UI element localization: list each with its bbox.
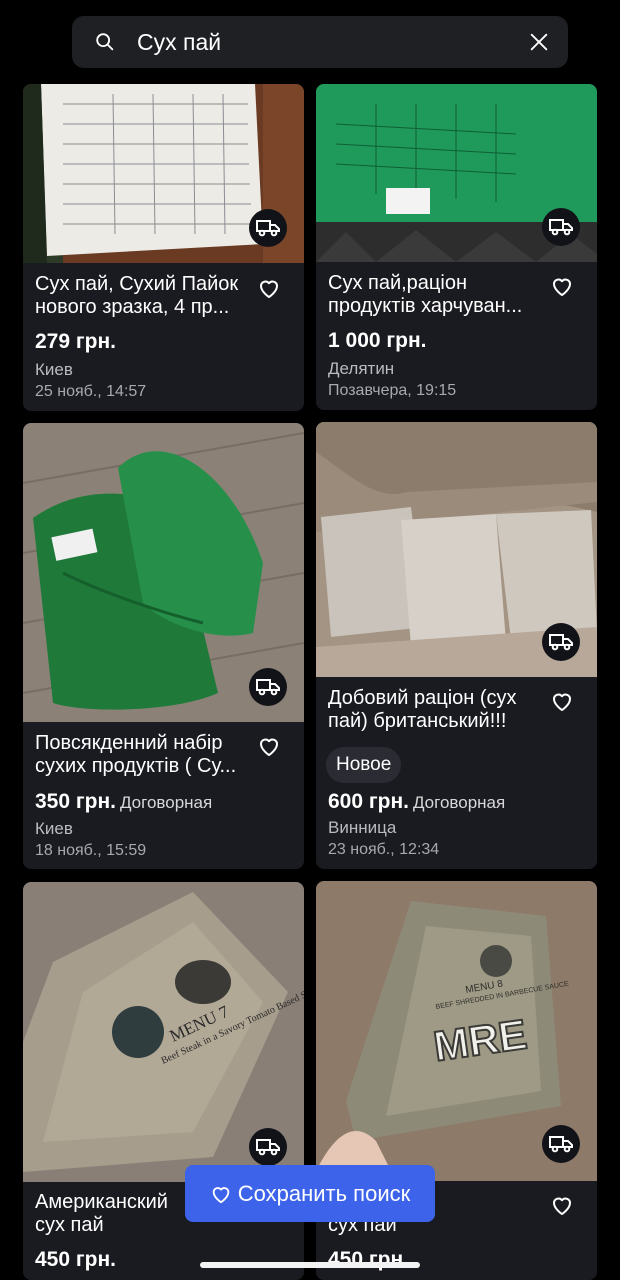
search-icon	[96, 33, 114, 51]
negotiable-label: Договорная	[119, 793, 213, 812]
home-indicator[interactable]	[200, 1262, 420, 1268]
heart-icon	[212, 1186, 229, 1203]
truck-icon	[249, 1128, 287, 1166]
heart-icon[interactable]	[550, 274, 574, 298]
listing-price: 350 грн. Договорная	[35, 790, 213, 813]
listing-title[interactable]: Сух пай, Сухий Пайок нового зразка, 4 пр…	[35, 273, 247, 319]
listing-price: 450 грн.	[35, 1248, 116, 1271]
listing-date: 23 нояб., 12:34	[328, 841, 440, 858]
condition-badge: Новое	[326, 747, 402, 783]
listing-card[interactable]: Сух пай,раціон продуктів харчуван... 1 0…	[316, 84, 597, 410]
truck-icon	[542, 208, 580, 246]
heart-icon[interactable]	[257, 734, 281, 758]
listing-price: 450 грн.	[328, 1248, 409, 1271]
save-search-label: Сохранить поиск	[237, 1180, 411, 1206]
listing-city: Киев	[35, 819, 73, 838]
save-search-button[interactable]: Сохранить поиск	[185, 1165, 435, 1222]
heart-icon[interactable]	[257, 276, 281, 300]
negotiable-label: Договорная	[412, 793, 506, 812]
listing-card[interactable]: Сух пай, Сухий Пайок нового зразка, 4 пр…	[23, 84, 304, 411]
listing-price: 1 000 грн.	[328, 329, 427, 352]
listing-card[interactable]: Повсякденний набір сухих продуктів ( Су.…	[23, 423, 304, 869]
listing-date: Позавчера, 19:15	[328, 382, 457, 399]
search-bar[interactable]: Сух пай	[72, 16, 568, 68]
listing-date: 18 нояб., 15:59	[35, 842, 147, 859]
search-input[interactable]: Сух пай	[137, 28, 221, 56]
listing-city: Делятин	[328, 359, 395, 378]
listing-title[interactable]: Сух пай,раціон продуктів харчуван...	[328, 272, 540, 318]
truck-icon	[542, 1125, 580, 1163]
listing-city: Винница	[328, 818, 397, 837]
listing-card[interactable]: Добовий раціон (сух пай) британський!!! …	[316, 422, 597, 869]
close-icon[interactable]	[528, 31, 550, 53]
listing-city: Киев	[35, 360, 73, 379]
listing-title[interactable]: Добовий раціон (сух пай) британський!!!	[328, 687, 540, 733]
truck-icon	[249, 668, 287, 706]
listing-title[interactable]: Повсякденний набір сухих продуктів ( Су.…	[35, 732, 247, 778]
truck-icon	[542, 623, 580, 661]
listing-price: 279 грн.	[35, 330, 116, 353]
heart-icon[interactable]	[550, 689, 574, 713]
truck-icon	[249, 209, 287, 247]
heart-icon[interactable]	[550, 1193, 574, 1217]
listing-date: 25 нояб., 14:57	[35, 383, 147, 400]
listing-price: 600 грн. Договорная	[328, 790, 506, 813]
